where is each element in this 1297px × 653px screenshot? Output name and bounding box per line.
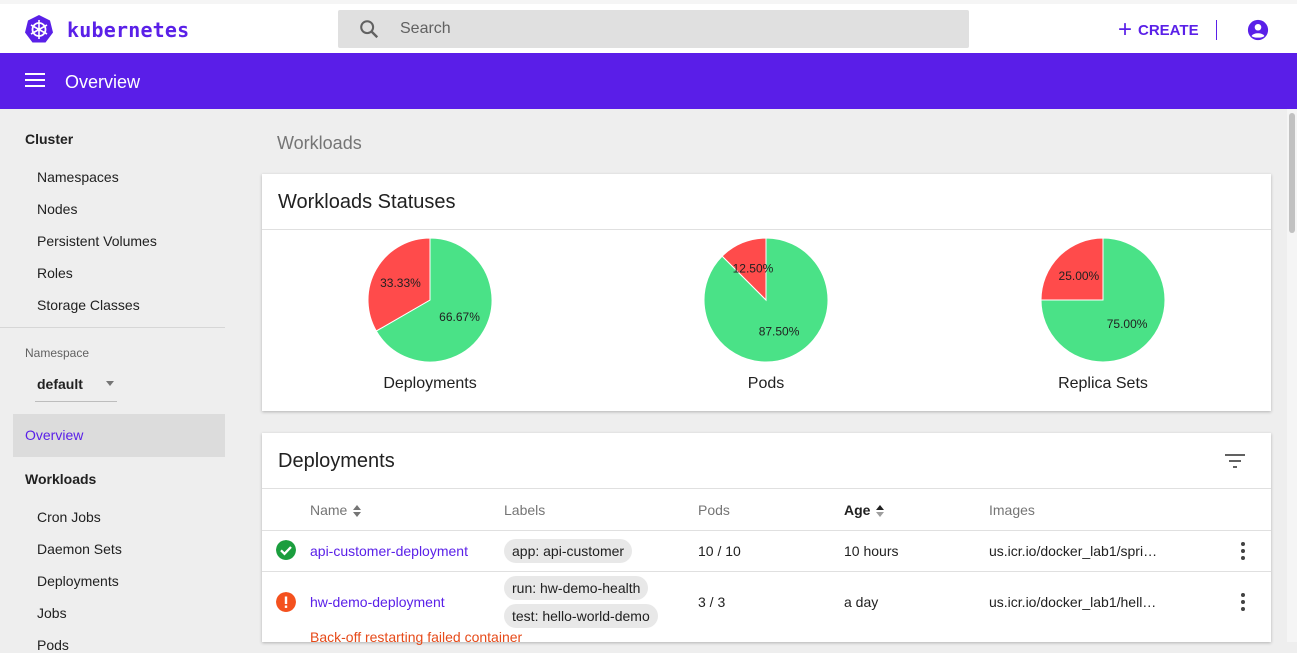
row-divider (262, 530, 1271, 531)
more-actions-icon[interactable] (1241, 542, 1245, 560)
namespace-value: default (37, 376, 83, 392)
sidebar-item-overview-label: Overview (25, 427, 84, 443)
pie-value-label: 33.33% (380, 276, 421, 290)
pie-value-label: 25.00% (1059, 269, 1100, 283)
row-divider (262, 571, 1271, 572)
pie-value-label: 66.67% (439, 310, 480, 324)
sidebar-item-overview[interactable]: Overview (13, 414, 225, 457)
search-icon (360, 20, 379, 39)
pods-count: 3 / 3 (698, 594, 726, 610)
create-button[interactable]: + CREATE (1118, 18, 1199, 42)
column-header-images: Images (989, 502, 1035, 518)
filter-icon[interactable] (1225, 453, 1245, 469)
sidebar-item-roles[interactable]: Roles (37, 265, 73, 281)
image-value: us.icr.io/docker_lab1/spri… (989, 543, 1158, 559)
deployment-name-link[interactable]: hw-demo-deployment (310, 594, 445, 610)
card-title-statuses: Workloads Statuses (278, 191, 456, 213)
sidebar-item-jobs[interactable]: Jobs (37, 605, 67, 621)
workloads-statuses-card: Workloads Statuses 66.67% 33.33% Deployme… (262, 174, 1271, 411)
main-scrollbar[interactable] (1287, 109, 1297, 642)
pie-title-pods: Pods (747, 375, 785, 392)
sidebar-item-pods[interactable]: Pods (37, 637, 69, 653)
column-header-name[interactable]: Name (310, 502, 362, 518)
sidebar-item-deployments[interactable]: Deployments (37, 573, 119, 589)
sort-icon (353, 505, 362, 518)
brand-name[interactable]: kubernetes (67, 18, 189, 42)
column-header-labels: Labels (504, 502, 546, 518)
column-header-pods: Pods (698, 502, 730, 518)
deployment-name-link[interactable]: api-customer-deployment (310, 543, 468, 559)
sidebar-item-persistent-volumes[interactable]: Persistent Volumes (37, 233, 157, 249)
label-chip: run: hw-demo-health (504, 576, 649, 600)
pie-value-label: 75.00% (1107, 317, 1148, 331)
card-title-deployments: Deployments (278, 450, 395, 472)
search-bar[interactable] (338, 10, 969, 48)
scrollbar-thumb[interactable] (1289, 113, 1295, 233)
namespace-select[interactable]: default (35, 371, 117, 402)
sidebar-item-nodes[interactable]: Nodes (37, 201, 77, 217)
error-message: Back-off restarting failed container (310, 629, 523, 645)
card-divider (262, 229, 1271, 230)
toolbar-divider (1216, 20, 1217, 40)
deployments-card: Deployments Name Labels Pods Age Images … (262, 433, 1271, 645)
sidebar-heading-workloads[interactable]: Workloads (25, 471, 96, 487)
sidebar-item-cron-jobs[interactable]: Cron Jobs (37, 509, 101, 525)
sidebar-item-daemon-sets[interactable]: Daemon Sets (37, 541, 122, 557)
more-actions-icon[interactable] (1241, 593, 1245, 611)
sidebar-heading-cluster[interactable]: Cluster (25, 131, 73, 147)
pie-title-replica-sets: Replica Sets (1058, 375, 1148, 392)
image-value: us.icr.io/docker_lab1/hell… (989, 594, 1157, 610)
dropdown-arrow-icon (106, 381, 114, 386)
pie-value-label: 87.50% (759, 325, 800, 339)
kubernetes-logo-icon[interactable] (24, 14, 54, 44)
account-circle-icon[interactable] (1247, 19, 1269, 41)
card-divider (262, 488, 1271, 489)
hamburger-menu-icon[interactable] (25, 73, 45, 89)
age-value: a day (844, 594, 879, 610)
page-title: Overview (65, 72, 141, 92)
title-bar: Overview (0, 53, 1297, 109)
label-chip: app: api-customer (504, 539, 633, 563)
search-input[interactable] (400, 10, 940, 48)
label-chip: test: hello-world-demo (504, 604, 658, 628)
breadcrumb[interactable]: Workloads (277, 133, 362, 154)
pie-chart-deployments: 66.67% 33.33% (367, 237, 493, 363)
sidebar-item-namespaces[interactable]: Namespaces (37, 169, 119, 185)
pie-value-label: 12.50% (733, 261, 774, 275)
check-circle-icon (276, 540, 296, 560)
pods-count: 10 / 10 (698, 543, 741, 559)
plus-icon: + (1118, 16, 1133, 43)
create-label: CREATE (1138, 21, 1199, 39)
namespace-label: Namespace (25, 346, 90, 360)
pie-chart-pods: 87.50% 12.50% (703, 237, 829, 363)
error-icon (276, 592, 296, 612)
age-value: 10 hours (844, 543, 899, 559)
sidebar: Cluster Namespaces Nodes Persistent Volu… (0, 109, 232, 653)
top-bar: kubernetes + CREATE (0, 0, 1297, 53)
sort-icon (876, 505, 885, 518)
pie-chart-replica-sets: 75.00% 25.00% (1040, 237, 1166, 363)
column-header-age[interactable]: Age (844, 502, 885, 518)
pie-title-deployments: Deployments (383, 375, 477, 392)
sidebar-item-storage-classes[interactable]: Storage Classes (37, 297, 140, 313)
sidebar-divider (0, 327, 225, 328)
